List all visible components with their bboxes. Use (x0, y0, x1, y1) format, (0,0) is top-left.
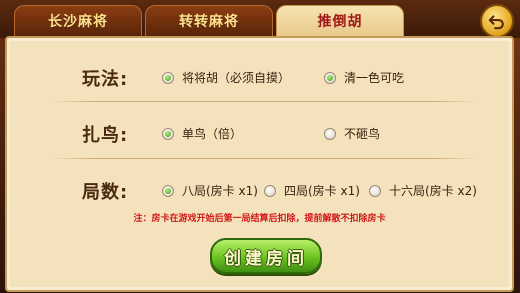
radio-unselected[interactable] (264, 184, 276, 197)
room-settings-panel: 玩法: 将将胡（必须自摸） 清一色可吃 扎鸟: 单鸟（倍） 不砸鸟 局数: 八局… (5, 36, 514, 292)
tab-zhuanzhuan-mahjong[interactable]: 转转麻将 (145, 5, 273, 36)
option-label: 不砸鸟 (344, 127, 381, 141)
divider (49, 158, 479, 159)
option-eight-rounds[interactable]: 八局(房卡 x1) (162, 182, 258, 199)
radio-unselected[interactable] (369, 184, 381, 197)
room-card-note: 注：房卡在游戏开始后第一局结算后扣除，提前解散不扣除房卡 (133, 214, 386, 224)
back-arrow-icon (488, 15, 504, 30)
divider (49, 101, 479, 102)
create-room-button[interactable]: 创建房间 (210, 238, 322, 274)
option-label: 单鸟（倍） (182, 127, 243, 141)
play-mode-label: 玩法: (82, 69, 129, 90)
option-sixteen-rounds[interactable]: 十六局(房卡 x2) (369, 182, 477, 199)
rounds-label: 局数: (82, 182, 129, 203)
option-four-rounds[interactable]: 四局(房卡 x1) (264, 182, 360, 199)
option-single-bird[interactable]: 单鸟（倍） (162, 125, 242, 142)
radio-unselected[interactable] (324, 127, 336, 140)
option-no-bird[interactable]: 不砸鸟 (324, 125, 380, 142)
checkbox-checked[interactable] (162, 71, 174, 84)
checkbox-checked[interactable] (324, 71, 336, 84)
option-jiangjianghu[interactable]: 将将胡（必须自摸） (162, 69, 290, 86)
option-label: 将将胡（必须自摸） (182, 71, 291, 85)
option-label: 十六局(房卡 x2) (389, 184, 477, 198)
tab-label: 长沙麻将 (48, 14, 108, 30)
bird-label: 扎鸟: (82, 125, 129, 146)
tab-label: 转转麻将 (179, 14, 239, 30)
option-label: 清一色可吃 (344, 71, 405, 85)
tab-tuidaohu[interactable]: 推倒胡 (276, 5, 404, 36)
tab-bar: 长沙麻将 转转麻将 推倒胡 (0, 0, 520, 38)
radio-selected[interactable] (162, 184, 174, 197)
option-label: 四局(房卡 x1) (284, 184, 360, 198)
option-qingyise[interactable]: 清一色可吃 (324, 69, 404, 86)
tab-label: 推倒胡 (317, 14, 363, 30)
radio-selected[interactable] (162, 127, 174, 140)
tab-changsha-mahjong[interactable]: 长沙麻将 (14, 5, 142, 36)
back-button[interactable] (480, 4, 514, 38)
option-label: 八局(房卡 x1) (182, 184, 258, 198)
